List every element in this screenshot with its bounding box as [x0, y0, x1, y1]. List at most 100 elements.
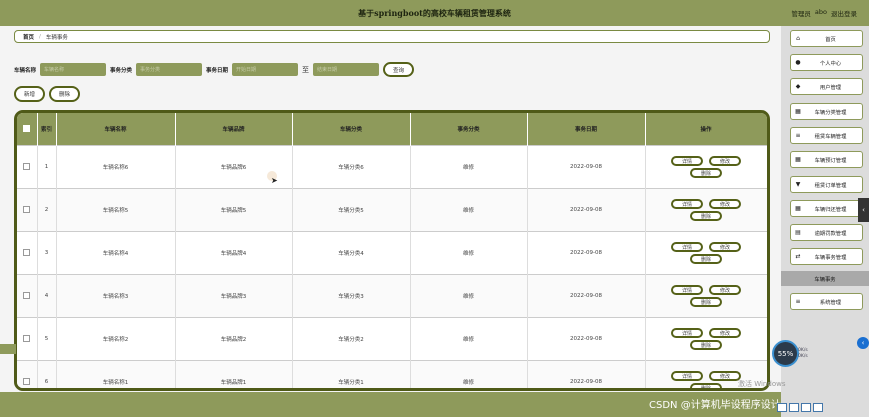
- sidebar-subitem-vehicle-affairs[interactable]: 车辆事务: [781, 271, 869, 286]
- upload-rate: 0K/s: [798, 347, 808, 353]
- detail-button[interactable]: 详情: [671, 328, 703, 338]
- cell-affair-type: 维修: [410, 317, 528, 361]
- sidebar-item-system[interactable]: ≡ 系统管理: [790, 293, 863, 310]
- detail-button[interactable]: 详情: [671, 242, 703, 252]
- sidebar-item-vehicle-affairs[interactable]: ⇄ 车辆事务管理: [790, 248, 863, 265]
- toggle-icon: ⇄: [795, 253, 801, 260]
- cell-vehicle-category: 车辆分类3: [292, 274, 411, 318]
- vehicle-name-input[interactable]: [40, 63, 107, 76]
- sidebar-item-reservation[interactable]: ▦ 车辆预订管理: [790, 151, 863, 168]
- cell-affair-type: 维修: [410, 188, 528, 232]
- table-row: 6 车辆名称1 车辆品牌1 车辆分类1 维修 2022-09-08 详情 修改 …: [17, 360, 767, 388]
- cell-vehicle-name: 车辆名称6: [56, 145, 176, 189]
- detail-button[interactable]: 详情: [671, 156, 703, 166]
- sidebar-item-profile[interactable]: ● 个人中心: [790, 54, 863, 71]
- sidebar-item-label: 车辆事务管理: [814, 254, 847, 261]
- sidebar-item-users[interactable]: ◆ 用户管理: [790, 78, 863, 95]
- row-delete-button[interactable]: 删除: [690, 168, 722, 178]
- search-bar: 车辆名称 事务分类 事务日期 至 查询: [14, 62, 415, 77]
- cell-vehicle-brand: 车辆品牌2: [175, 317, 293, 361]
- date-separator: 至: [302, 65, 310, 74]
- windows-activation-watermark: 激活 Windows: [738, 380, 786, 388]
- cell-affair-date: 2022-09-08: [527, 274, 646, 318]
- sidebar-item-home[interactable]: ⌂ 首页: [790, 30, 863, 47]
- sidebar-item-label: 租赁车辆管理: [814, 133, 847, 140]
- row-delete-button[interactable]: 删除: [690, 211, 722, 221]
- add-button[interactable]: 新增: [14, 86, 46, 102]
- row-checkbox[interactable]: [23, 334, 31, 342]
- row-delete-button[interactable]: 删除: [690, 340, 722, 350]
- query-button[interactable]: 查询: [383, 62, 415, 77]
- date-end-input[interactable]: [313, 63, 380, 76]
- data-table: 索引 车辆名称 车辆品牌 车辆分类 事务分类 事务日期 操作 1 车辆名称6 车…: [14, 110, 770, 391]
- cell-affair-date: 2022-09-08: [527, 360, 646, 388]
- logout-link[interactable]: 退出登录: [831, 8, 857, 18]
- user-name: abo: [814, 8, 827, 16]
- cell-operations: 详情 修改 删除: [645, 145, 767, 189]
- main-content: 首页 / 车辆事务 车辆名称 事务分类 事务日期 至 查询 新增 删除 索引: [0, 26, 781, 417]
- sidebar-item-return[interactable]: ▦ 车辆归还管理: [790, 200, 863, 217]
- col-vehicle-category: 车辆分类: [292, 113, 411, 146]
- tray-icon[interactable]: [813, 403, 823, 412]
- cell-operations: 详情 修改 删除: [645, 188, 767, 232]
- detail-button[interactable]: 详情: [671, 285, 703, 295]
- row-delete-button[interactable]: 删除: [690, 254, 722, 264]
- row-checkbox[interactable]: [23, 377, 31, 385]
- col-index: 索引: [37, 113, 57, 146]
- cell-vehicle-name: 车辆名称5: [56, 188, 176, 232]
- edit-button[interactable]: 修改: [709, 199, 741, 209]
- network-rates: 0K/s 0K/s: [798, 344, 828, 362]
- select-all-checkbox[interactable]: [23, 124, 31, 132]
- row-delete-button[interactable]: 删除: [690, 383, 722, 388]
- row-delete-button[interactable]: 删除: [690, 297, 722, 307]
- table-row: 5 车辆名称2 车辆品牌2 车辆分类2 维修 2022-09-08 详情 修改 …: [17, 317, 767, 361]
- edit-button[interactable]: 修改: [709, 242, 741, 252]
- doc-icon: ▤: [795, 229, 801, 236]
- breadcrumb-home[interactable]: 首页: [23, 33, 34, 41]
- grid-icon: ▦: [795, 156, 801, 163]
- category-input[interactable]: [136, 63, 203, 76]
- list-icon: ≡: [795, 132, 801, 139]
- detail-button[interactable]: 详情: [671, 371, 703, 381]
- cell-vehicle-name: 车辆名称4: [56, 231, 176, 275]
- tray-icon[interactable]: [777, 403, 787, 412]
- category-label: 事务分类: [110, 67, 133, 74]
- network-speed-widget[interactable]: 55%: [772, 340, 799, 367]
- row-checkbox[interactable]: [23, 162, 31, 170]
- cell-vehicle-name: 车辆名称1: [56, 360, 176, 388]
- sidebar-item-rental-order[interactable]: ▼ 租赁订单管理: [790, 176, 863, 193]
- row-checkbox[interactable]: [23, 205, 31, 213]
- user-area: 管理员 abo 退出登录: [791, 8, 857, 18]
- cell-index: 4: [37, 274, 57, 318]
- select-all-cell[interactable]: [17, 113, 38, 146]
- edit-button[interactable]: 修改: [709, 156, 741, 166]
- sidebar-item-rental-vehicle[interactable]: ≡ 租赁车辆管理: [790, 127, 863, 144]
- person-icon: ●: [795, 59, 801, 66]
- cell-index: 1: [37, 145, 57, 189]
- cell-vehicle-brand: 车辆品牌1: [175, 360, 293, 388]
- detail-button[interactable]: 详情: [671, 199, 703, 209]
- sidebar-item-overdue-fine[interactable]: ▤ 逾期罚款管理: [790, 224, 863, 241]
- cell-vehicle-brand: 车辆品牌3: [175, 274, 293, 318]
- col-affair-type: 事务分类: [410, 113, 528, 146]
- tray-icon[interactable]: [801, 403, 811, 412]
- edit-button[interactable]: 修改: [709, 285, 741, 295]
- vehicle-name-label: 车辆名称: [14, 67, 37, 74]
- collapse-arrow-icon[interactable]: ‹: [858, 198, 869, 222]
- cell-affair-date: 2022-09-08: [527, 231, 646, 275]
- shield-icon: ▼: [795, 181, 801, 188]
- cell-index: 5: [37, 317, 57, 361]
- cell-vehicle-brand: 车辆品牌5: [175, 188, 293, 232]
- row-checkbox[interactable]: [23, 291, 31, 299]
- edit-button[interactable]: 修改: [709, 328, 741, 338]
- user-role: 管理员: [791, 10, 811, 18]
- date-start-input[interactable]: [232, 63, 299, 76]
- tray-icon[interactable]: [789, 403, 799, 412]
- sidebar-item-vehicle-category[interactable]: ▦ 车辆分类管理: [790, 103, 863, 120]
- expand-arrow-icon[interactable]: ‹: [857, 337, 869, 349]
- cell-affair-type: 维修: [410, 231, 528, 275]
- edit-button[interactable]: 修改: [709, 371, 741, 381]
- col-vehicle-brand: 车辆品牌: [175, 113, 293, 146]
- row-checkbox[interactable]: [23, 248, 31, 256]
- delete-button[interactable]: 删除: [49, 86, 81, 102]
